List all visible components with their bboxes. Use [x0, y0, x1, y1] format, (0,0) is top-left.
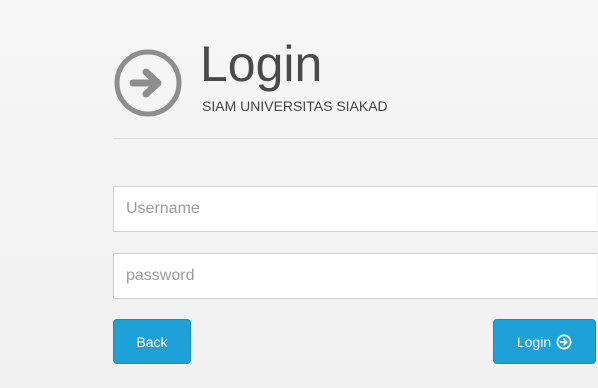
- arrow-right-circle-icon: [114, 49, 182, 117]
- back-button[interactable]: Back: [113, 319, 191, 364]
- login-button[interactable]: Login: [493, 319, 596, 364]
- back-button-label: Back: [136, 333, 168, 350]
- login-header: Login SIAM UNIVERSITAS SIAKAD: [113, 36, 583, 126]
- username-input[interactable]: [113, 186, 597, 232]
- page-subtitle: SIAM UNIVERSITAS SIAKAD: [202, 98, 388, 114]
- password-input[interactable]: [113, 253, 597, 299]
- login-page: Login SIAM UNIVERSITAS SIAKAD Back Login: [0, 0, 598, 388]
- header-divider: [113, 138, 598, 139]
- login-button-label: Login: [516, 333, 552, 350]
- page-title: Login: [200, 36, 323, 92]
- arrow-right-circle-icon: [556, 334, 572, 349]
